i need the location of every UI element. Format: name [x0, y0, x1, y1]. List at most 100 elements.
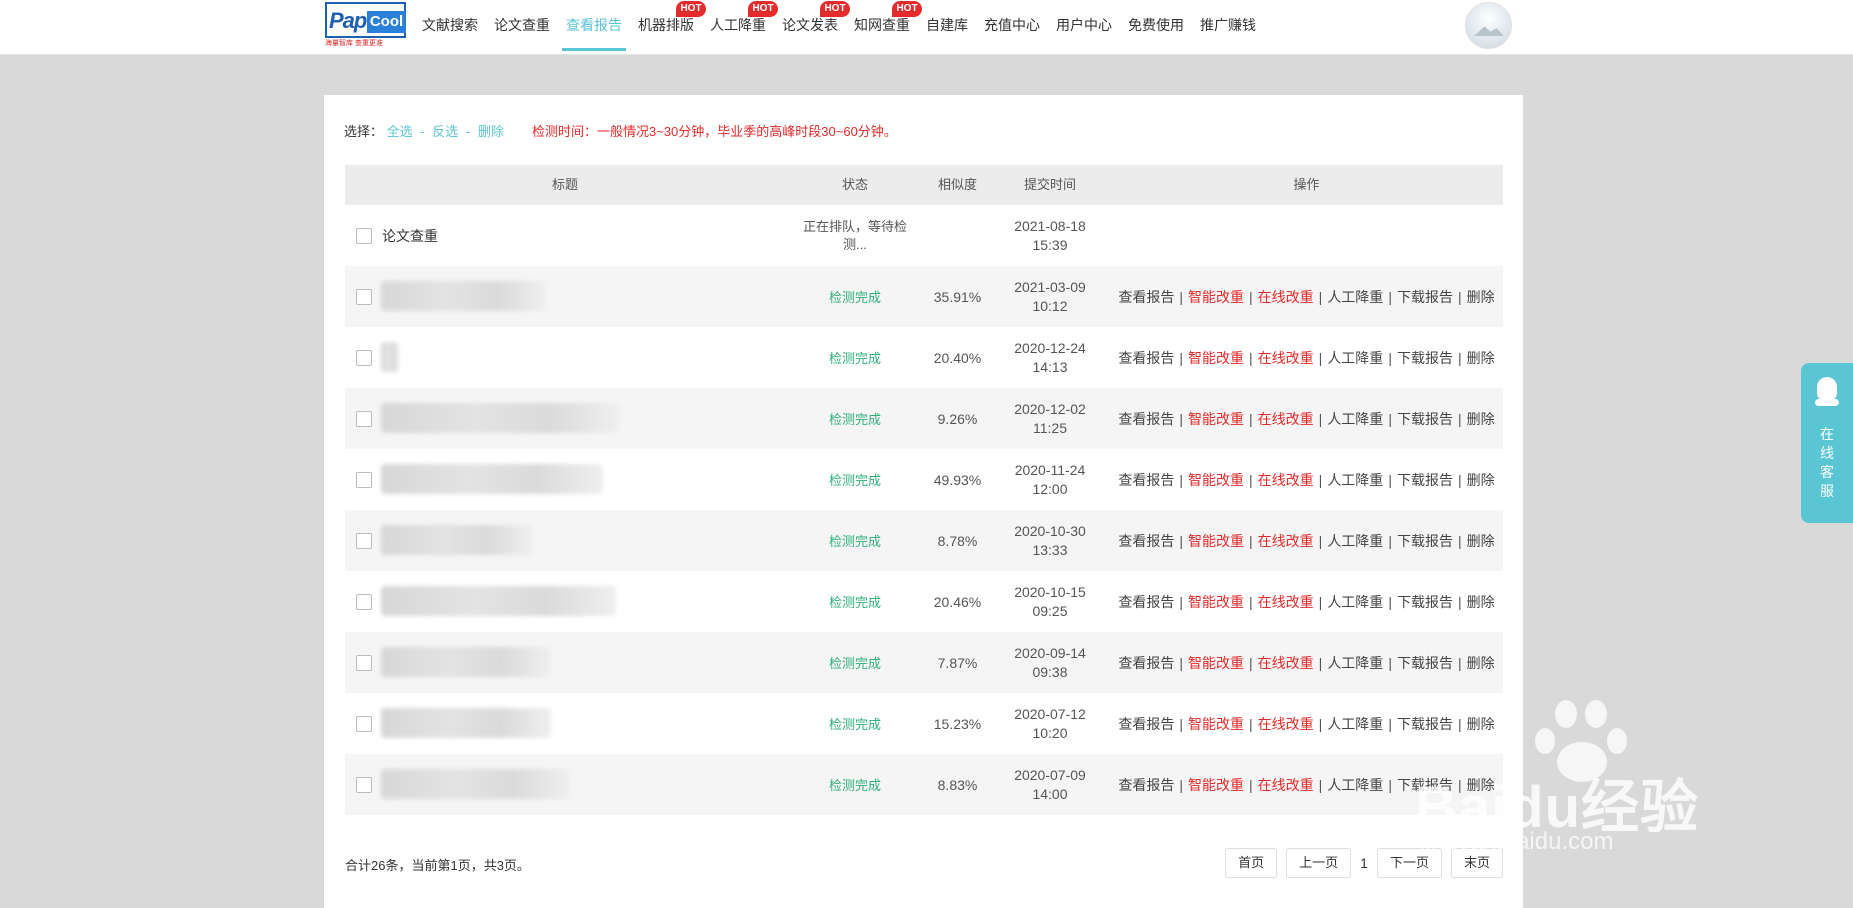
manual-reduce-link[interactable]: 人工降重	[1327, 472, 1383, 488]
online-service-button[interactable]: 在线客服	[1801, 363, 1853, 523]
main-nav: 文献搜索 论文查重 查看报告 机器排版 HOT 人工降重 HOT 论文发表 HOT 知网查重 HOT…	[414, 0, 1264, 55]
nav-item-label: 人工降重	[710, 17, 766, 33]
delete-report-link[interactable]: 删除	[1467, 289, 1495, 305]
download-report-link[interactable]: 下载报告	[1397, 655, 1453, 671]
download-report-link[interactable]: 下载报告	[1397, 777, 1453, 793]
view-report-link[interactable]: 查看报告	[1118, 350, 1174, 366]
status-text: 检测完成	[828, 717, 881, 732]
nav-item[interactable]: 人工降重 HOT	[702, 0, 778, 55]
next-page-button[interactable]: 下一页	[1376, 848, 1442, 878]
nav-item[interactable]: 自建库	[918, 0, 976, 55]
smart-revise-link[interactable]: 智能改重	[1188, 472, 1244, 488]
smart-revise-link[interactable]: 智能改重	[1188, 411, 1244, 427]
smart-revise-link[interactable]: 智能改重	[1188, 289, 1244, 305]
download-report-link[interactable]: 下载报告	[1397, 472, 1453, 488]
row-checkbox[interactable]	[356, 349, 372, 366]
view-report-link[interactable]: 查看报告	[1118, 472, 1174, 488]
submit-time-cell: 2020-11-24 12:00	[990, 449, 1110, 510]
nav-item[interactable]: 查看报告	[558, 0, 630, 55]
first-page-button[interactable]: 首页	[1225, 848, 1278, 878]
submit-time: 2020-12-24 14:13	[1000, 339, 1100, 377]
download-report-link[interactable]: 下载报告	[1397, 594, 1453, 610]
delete-report-link[interactable]: 删除	[1467, 472, 1495, 488]
select-all-link[interactable]: 全选	[387, 124, 413, 139]
row-checkbox[interactable]	[356, 288, 372, 305]
manual-reduce-link[interactable]: 人工降重	[1327, 594, 1383, 610]
delete-report-link[interactable]: 删除	[1467, 594, 1495, 610]
delete-selected-link[interactable]: 删除	[478, 124, 504, 139]
download-report-link[interactable]: 下载报告	[1397, 716, 1453, 732]
row-checkbox[interactable]	[356, 654, 372, 671]
row-checkbox[interactable]	[356, 532, 372, 549]
online-revise-link[interactable]: 在线改重	[1258, 350, 1314, 366]
online-revise-link[interactable]: 在线改重	[1258, 472, 1314, 488]
nav-item[interactable]: 充值中心	[976, 0, 1048, 55]
view-report-link[interactable]: 查看报告	[1118, 289, 1174, 305]
row-checkbox[interactable]	[356, 410, 372, 427]
online-revise-link[interactable]: 在线改重	[1258, 411, 1314, 427]
manual-reduce-link[interactable]: 人工降重	[1327, 777, 1383, 793]
nav-item[interactable]: 用户中心	[1048, 0, 1120, 55]
papercool-logo[interactable]: Paper Cool 海量智库 查重更准	[325, 2, 406, 50]
online-revise-link[interactable]: 在线改重	[1258, 777, 1314, 793]
download-report-link[interactable]: 下载报告	[1397, 533, 1453, 549]
view-report-link[interactable]: 查看报告	[1118, 594, 1174, 610]
nav-item[interactable]: 文献搜索	[414, 0, 486, 55]
smart-revise-link[interactable]: 智能改重	[1188, 655, 1244, 671]
nav-item[interactable]: 免费使用	[1120, 0, 1192, 55]
online-revise-link[interactable]: 在线改重	[1258, 716, 1314, 732]
invert-selection-link[interactable]: 反选	[432, 124, 458, 139]
user-avatar[interactable]	[1465, 2, 1512, 49]
online-revise-link[interactable]: 在线改重	[1258, 289, 1314, 305]
pagination: 首页 上一页 1 下一页 末页	[1216, 848, 1503, 878]
online-revise-link[interactable]: 在线改重	[1258, 533, 1314, 549]
status-text: 正在排队，等待检测...	[802, 218, 907, 252]
view-report-link[interactable]: 查看报告	[1118, 716, 1174, 732]
row-checkbox[interactable]	[356, 593, 372, 610]
similarity-value: 8.83%	[937, 776, 978, 793]
online-revise-link[interactable]: 在线改重	[1258, 594, 1314, 610]
view-report-link[interactable]: 查看报告	[1118, 411, 1174, 427]
smart-revise-link[interactable]: 智能改重	[1188, 777, 1244, 793]
delete-report-link[interactable]: 删除	[1467, 350, 1495, 366]
row-checkbox[interactable]	[356, 776, 372, 793]
manual-reduce-link[interactable]: 人工降重	[1327, 411, 1383, 427]
op-separator: |	[1388, 349, 1392, 366]
download-report-link[interactable]: 下载报告	[1397, 411, 1453, 427]
op-separator: |	[1179, 532, 1184, 549]
delete-report-link[interactable]: 删除	[1467, 777, 1495, 793]
row-checkbox[interactable]	[356, 471, 372, 488]
delete-report-link[interactable]: 删除	[1467, 655, 1495, 671]
online-revise-link[interactable]: 在线改重	[1258, 655, 1314, 671]
prev-page-button[interactable]: 上一页	[1286, 848, 1352, 878]
download-report-link[interactable]: 下载报告	[1397, 289, 1453, 305]
smart-revise-link[interactable]: 智能改重	[1188, 350, 1244, 366]
op-separator: |	[1318, 715, 1323, 732]
manual-reduce-link[interactable]: 人工降重	[1327, 289, 1383, 305]
manual-reduce-link[interactable]: 人工降重	[1327, 655, 1383, 671]
smart-revise-link[interactable]: 智能改重	[1188, 594, 1244, 610]
smart-revise-link[interactable]: 智能改重	[1188, 716, 1244, 732]
nav-item[interactable]: 知网查重 HOT	[846, 0, 922, 55]
report-title[interactable]: 论文查重	[382, 226, 438, 246]
manual-reduce-link[interactable]: 人工降重	[1327, 350, 1383, 366]
operations-cell: 查看报告 | 智能改重 | 在线改重 | 人工降重 | 下载报告 | 删除	[1110, 510, 1503, 571]
manual-reduce-link[interactable]: 人工降重	[1327, 533, 1383, 549]
nav-item[interactable]: 机器排版 HOT	[630, 0, 706, 55]
delete-report-link[interactable]: 删除	[1467, 411, 1495, 427]
delete-report-link[interactable]: 删除	[1467, 533, 1495, 549]
op-separator: |	[1388, 715, 1392, 732]
view-report-link[interactable]: 查看报告	[1118, 533, 1174, 549]
manual-reduce-link[interactable]: 人工降重	[1327, 716, 1383, 732]
nav-item[interactable]: 推广赚钱	[1192, 0, 1264, 55]
row-checkbox[interactable]	[356, 227, 372, 244]
nav-item[interactable]: 论文查重	[486, 0, 558, 55]
view-report-link[interactable]: 查看报告	[1118, 655, 1174, 671]
delete-report-link[interactable]: 删除	[1467, 716, 1495, 732]
download-report-link[interactable]: 下载报告	[1397, 350, 1453, 366]
last-page-button[interactable]: 末页	[1450, 848, 1503, 878]
row-checkbox[interactable]	[356, 715, 372, 732]
nav-item[interactable]: 论文发表 HOT	[774, 0, 850, 55]
view-report-link[interactable]: 查看报告	[1118, 777, 1174, 793]
smart-revise-link[interactable]: 智能改重	[1188, 533, 1244, 549]
